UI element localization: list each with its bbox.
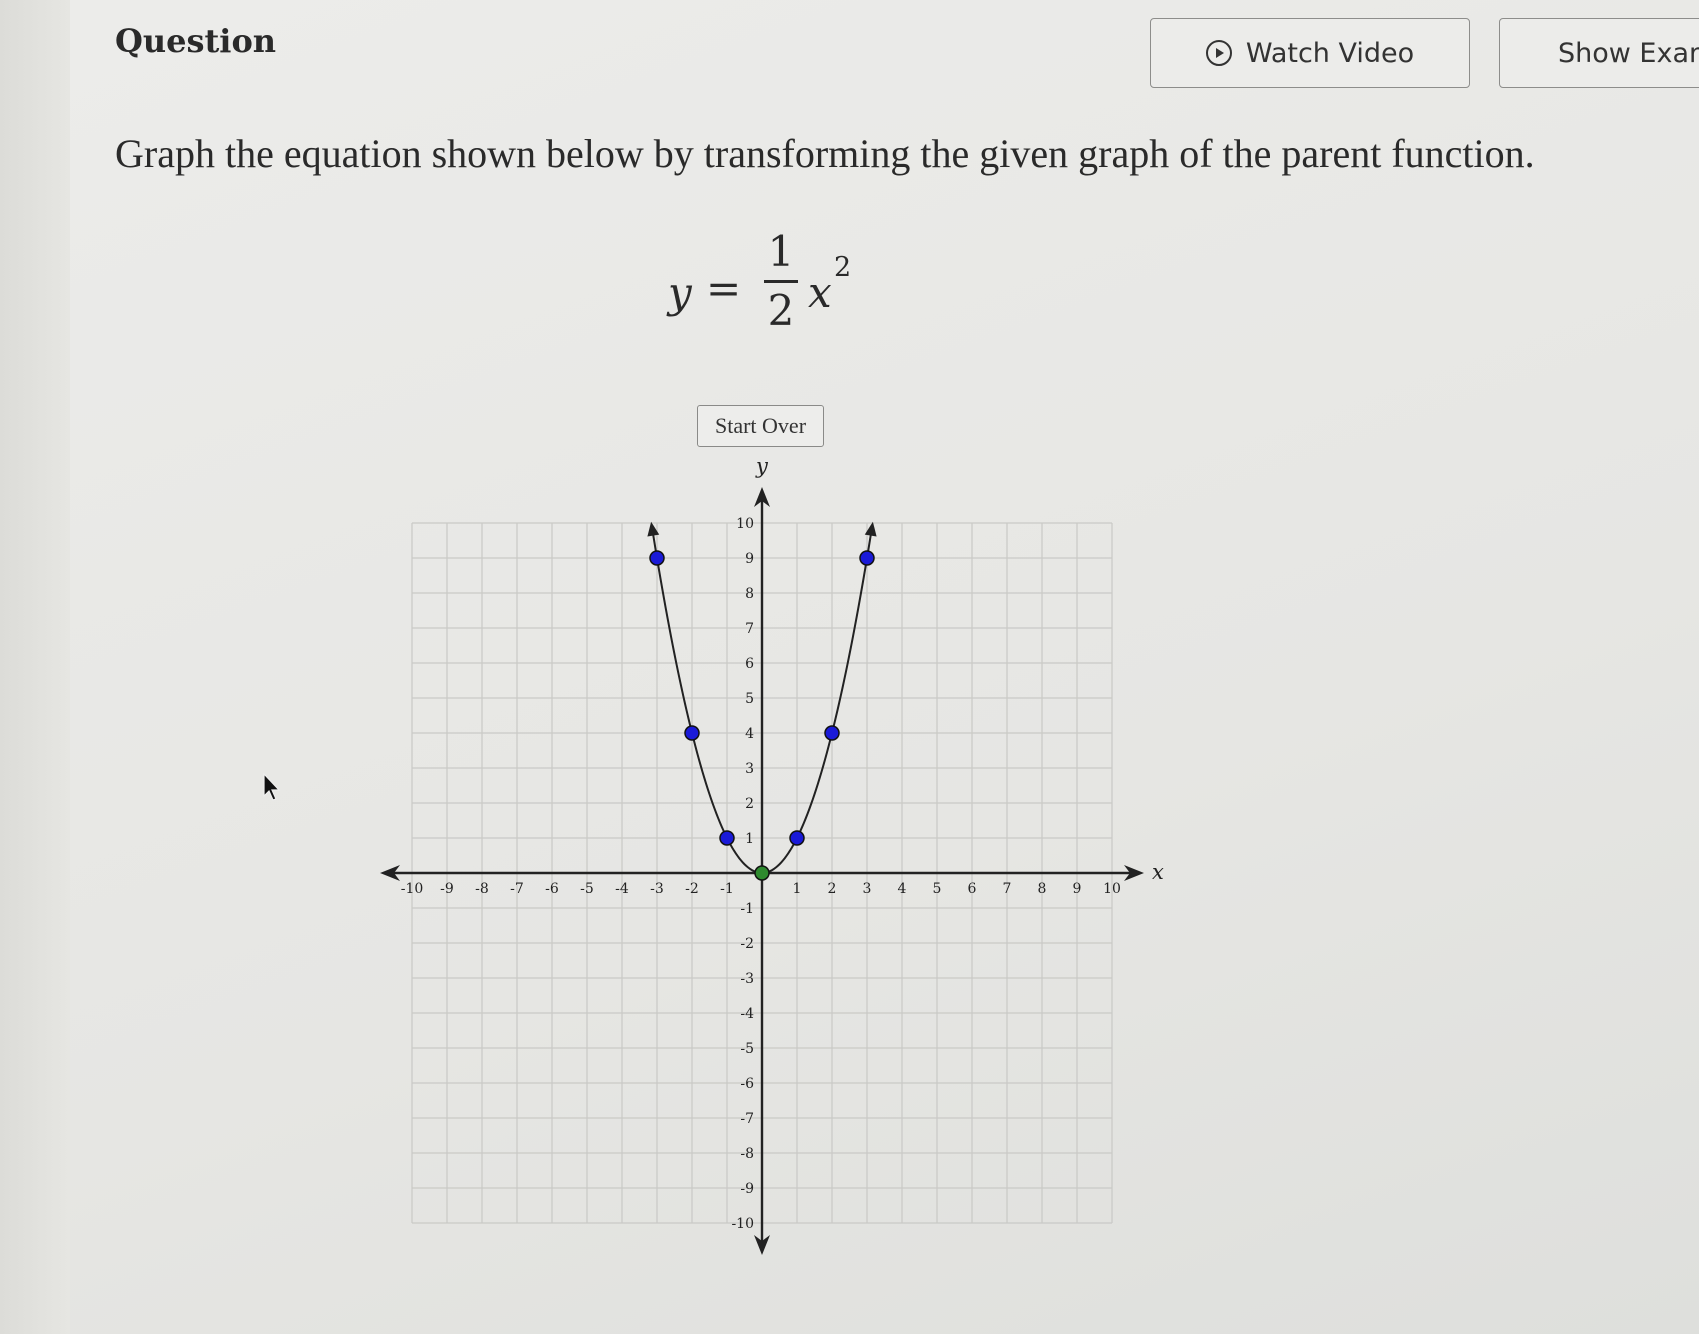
x-axis-label: x [1152,860,1164,884]
y-tick-label: 7 [745,621,754,637]
x-tick-label: 6 [968,881,977,897]
y-tick-label: -1 [740,901,754,917]
y-tick-label: 2 [745,796,754,812]
show-example-label: Show Exam [1558,37,1699,69]
equation-fraction: 1 2 [760,228,802,335]
coordinate-graph[interactable]: x y -10 -9 -8 -7 -6 -5 -4 -3 -2 -1 1 2 3 4 5 6 7 8 9 10 10 9 8 7 6… [340,455,1200,1285]
watch-video-button[interactable]: Watch Video [1150,18,1470,88]
y-tick-label: -2 [740,936,754,952]
x-tick-label: 4 [898,881,907,897]
x-tick-label: -4 [615,881,629,897]
equation-variable: x [808,268,832,317]
x-tick-label: 1 [793,881,802,897]
x-tick-label: -7 [510,881,524,897]
y-tick-label: 9 [745,551,754,567]
y-tick-label: 5 [745,691,754,707]
start-over-button[interactable]: Start Over [697,405,824,447]
fraction-numerator: 1 [767,227,795,276]
fraction-bar [764,280,798,283]
y-tick-label: 8 [745,586,754,602]
equation-lhs: y [668,268,692,317]
curve-point [684,725,700,741]
x-tick-label: -8 [475,881,489,897]
x-tick-label: -2 [685,881,699,897]
y-tick-label: -6 [740,1076,754,1092]
y-tick-label: -5 [740,1041,754,1057]
page-title: Question [115,22,277,60]
play-circle-icon [1205,40,1232,66]
y-tick-label: 6 [745,656,754,672]
x-tick-label: -5 [580,881,594,897]
curve-point [789,830,805,846]
y-tick-label: 3 [745,761,754,777]
x-tick-label: 7 [1003,881,1012,897]
x-tick-label: -1 [720,881,734,897]
mouse-pointer-icon [263,772,281,801]
y-tick-label: 1 [745,831,754,847]
curve-point [649,550,665,566]
y-tick-label: -7 [740,1111,754,1127]
x-tick-label: -10 [401,881,424,897]
curve-point [859,550,875,566]
vertex-point [754,865,770,881]
watch-video-label: Watch Video [1245,37,1415,69]
y-tick-label: -9 [740,1181,754,1197]
x-tick-label: 2 [828,881,837,897]
y-tick-label: -10 [731,1216,754,1232]
x-tick-label: 5 [933,881,942,897]
x-tick-label: 3 [863,881,872,897]
curve-point [719,830,735,846]
y-axis-label: y [755,455,769,478]
y-tick-label: -4 [740,1006,754,1022]
x-tick-label: 8 [1038,881,1047,897]
show-example-button[interactable]: Show Exam [1499,18,1699,88]
equation: y = 1 2 x 2 [668,228,888,338]
y-tick-label: -8 [740,1146,754,1162]
left-margin-strip [0,0,70,1334]
x-tick-label: -3 [650,881,664,897]
x-tick-label: 10 [1103,881,1121,897]
x-tick-label: -6 [545,881,559,897]
equation-equals: = [706,264,742,313]
y-tick-label: -3 [740,971,754,987]
y-tick-label: 4 [745,726,754,742]
question-prompt: Graph the equation shown below by transf… [115,131,1535,176]
fraction-denominator: 2 [767,286,795,335]
y-tick-label: 10 [736,516,754,532]
x-tick-label: 9 [1073,881,1082,897]
curve-point [824,725,840,741]
equation-exponent: 2 [834,252,852,283]
x-tick-label: -9 [440,881,454,897]
